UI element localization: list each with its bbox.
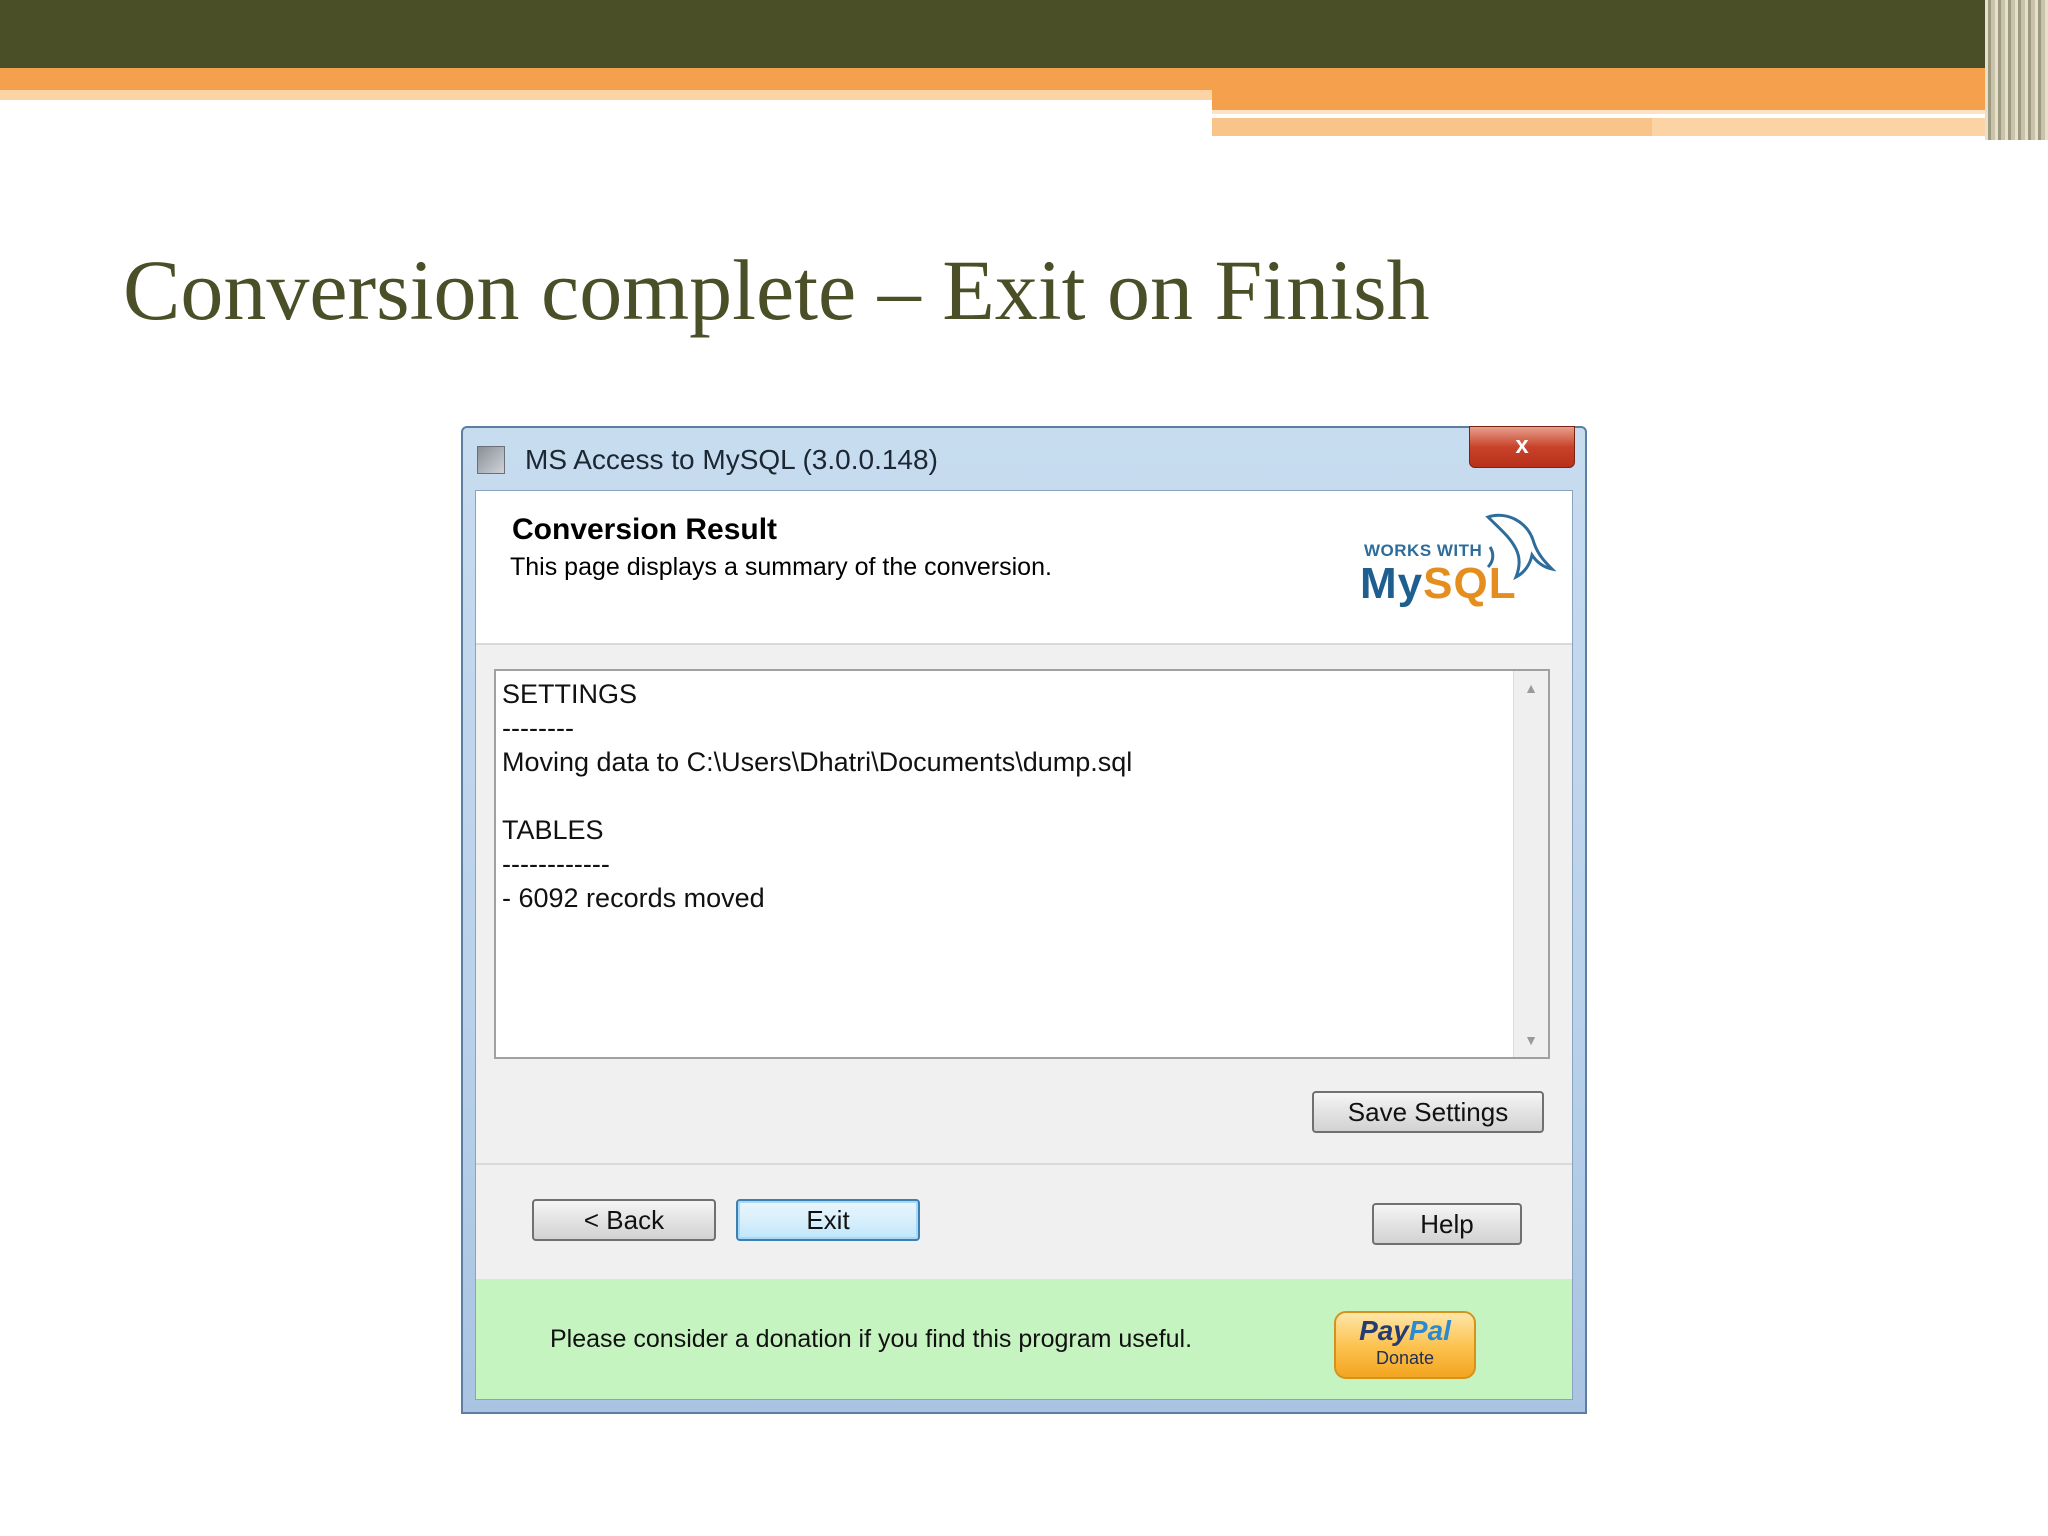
- summary-lines: SETTINGS -------- Moving data to C:\User…: [502, 677, 1492, 915]
- summary-line: --------: [502, 713, 574, 743]
- paypal-pal: Pal: [1408, 1315, 1451, 1346]
- window-client-area: Conversion Result This page displays a s…: [475, 490, 1573, 1400]
- slide-accent-band-light: [0, 90, 1212, 100]
- paypal-pay: Pay: [1359, 1315, 1409, 1346]
- app-icon: [477, 446, 505, 474]
- wizard-header: Conversion Result This page displays a s…: [476, 491, 1572, 645]
- scroll-up-arrow-icon[interactable]: ▲: [1514, 673, 1548, 703]
- page-subtitle: This page displays a summary of the conv…: [510, 553, 1052, 581]
- slide-accent-stripe: [1212, 110, 2012, 114]
- mysql-logo: WORKS WITH MySQL: [1356, 503, 1556, 613]
- close-icon: x: [1515, 432, 1529, 459]
- footer-divider: [476, 1163, 1572, 1165]
- back-button[interactable]: < Back: [532, 1199, 716, 1241]
- donation-message: Please consider a donation if you find t…: [550, 1325, 1193, 1353]
- window-titlebar[interactable]: MS Access to MySQL (3.0.0.148) x: [463, 426, 1585, 488]
- summary-line: - 6092 records moved: [502, 883, 765, 913]
- summary-line: TABLES: [502, 815, 604, 845]
- slide-top-bar: [0, 0, 2048, 68]
- logo-my: My: [1360, 559, 1424, 608]
- logo-works-with-text: WORKS WITH: [1364, 541, 1483, 560]
- page-title: Conversion Result: [512, 513, 778, 546]
- summary-line: ------------: [502, 849, 610, 879]
- paypal-donate-label: Donate: [1375, 1348, 1435, 1368]
- exit-button[interactable]: Exit: [736, 1199, 920, 1241]
- summary-line: Moving data to C:\Users\Dhatri\Documents…: [502, 747, 1133, 777]
- scroll-down-arrow-icon[interactable]: ▼: [1514, 1025, 1548, 1055]
- donation-panel: Please consider a donation if you find t…: [476, 1279, 1572, 1399]
- close-button[interactable]: x: [1469, 426, 1575, 468]
- conversion-summary-textarea[interactable]: SETTINGS -------- Moving data to C:\User…: [494, 669, 1550, 1059]
- summary-line: SETTINGS: [502, 679, 638, 709]
- dolphin-icon: [1485, 513, 1556, 581]
- paypal-donate-button[interactable]: PayPal Donate: [1334, 1311, 1476, 1379]
- window-title: MS Access to MySQL (3.0.0.148): [525, 444, 938, 475]
- vertical-scrollbar[interactable]: ▲ ▼: [1513, 671, 1548, 1057]
- summary-line: [502, 779, 1492, 813]
- help-button[interactable]: Help: [1372, 1203, 1522, 1245]
- slide-accent-stripe-mid: [1212, 118, 1652, 136]
- app-window: MS Access to MySQL (3.0.0.148) x Convers…: [461, 426, 1587, 1414]
- save-settings-button[interactable]: Save Settings: [1312, 1091, 1544, 1133]
- slide-edge-pattern: [1985, 0, 2048, 140]
- paypal-logo: PayPal: [1336, 1315, 1474, 1347]
- slide-title: Conversion complete – Exit on Finish: [123, 242, 1430, 338]
- slide-accent-band-right: [1212, 90, 2012, 110]
- slide-accent-band: [0, 68, 2000, 90]
